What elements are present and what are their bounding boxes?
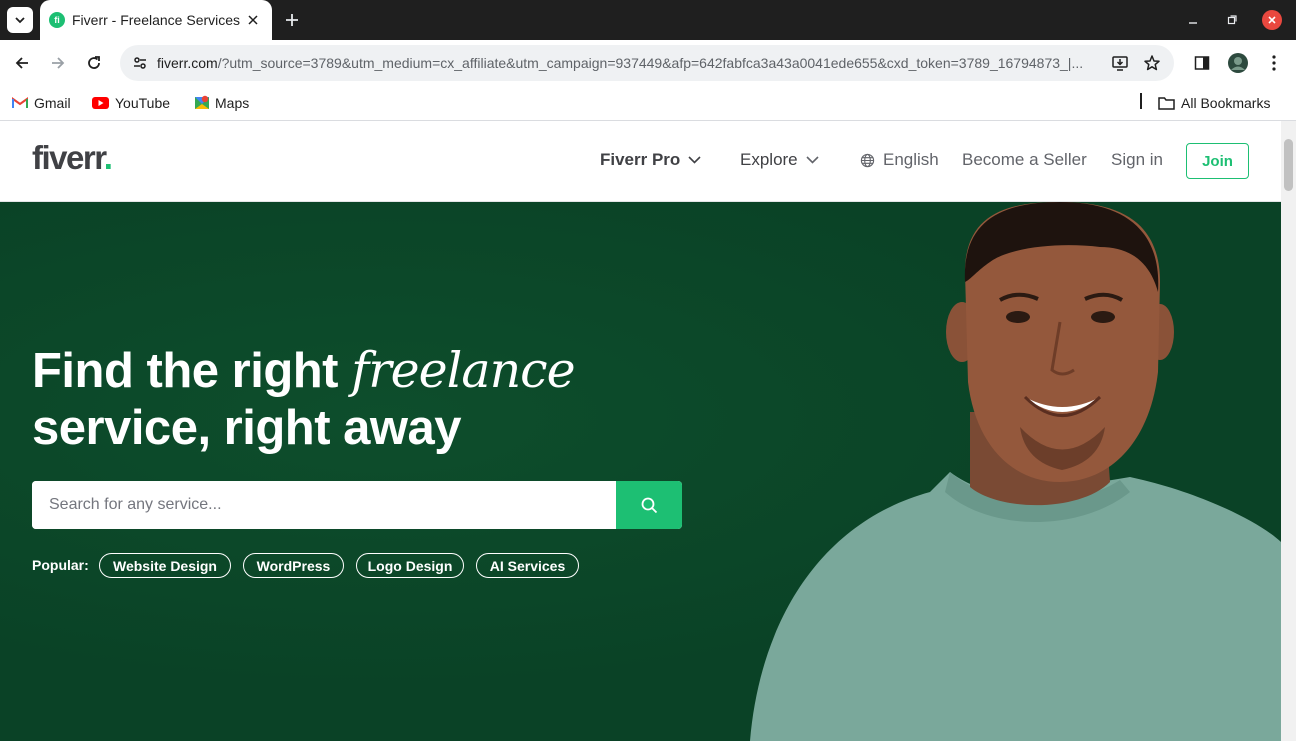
url-host: fiverr.com xyxy=(157,55,218,71)
bookmark-label: YouTube xyxy=(115,95,171,111)
arrow-left-icon xyxy=(15,57,28,69)
hero-search-bar xyxy=(32,481,682,529)
site-info-button[interactable] xyxy=(128,51,152,75)
tab-search-button[interactable] xyxy=(7,7,33,33)
tab-title: Fiverr - Freelance Services Marketplace xyxy=(72,12,240,28)
scrollbar-thumb[interactable] xyxy=(1284,139,1293,191)
url-text[interactable]: fiverr.com/?utm_source=3789&utm_medium=c… xyxy=(157,55,1103,71)
search-button[interactable] xyxy=(616,481,682,529)
folder-icon xyxy=(1158,96,1175,110)
nav-become-seller[interactable]: Become a Seller xyxy=(962,150,1087,170)
minimize-window-button[interactable] xyxy=(1183,10,1203,30)
all-bookmarks-button[interactable]: All Bookmarks xyxy=(1158,92,1270,114)
nav-sign-in[interactable]: Sign in xyxy=(1111,150,1163,170)
bookmarks-divider xyxy=(1140,93,1142,109)
new-tab-button[interactable] xyxy=(282,10,302,30)
profile-avatar[interactable] xyxy=(1226,51,1250,75)
tune-icon xyxy=(134,57,146,69)
chevron-down-icon xyxy=(688,156,701,164)
maximize-window-button[interactable] xyxy=(1222,10,1242,30)
bookmark-maps[interactable]: Maps xyxy=(195,92,249,114)
address-bar[interactable]: fiverr.com/?utm_source=3789&utm_medium=c… xyxy=(120,45,1174,81)
close-icon xyxy=(1268,16,1276,24)
back-button[interactable] xyxy=(10,51,34,75)
join-button[interactable]: Join xyxy=(1186,143,1249,179)
browser-toolbar: fiverr.com/?utm_source=3789&utm_medium=c… xyxy=(0,40,1296,86)
hero-headline: Find the right freelance service, right … xyxy=(32,342,576,457)
close-window-button[interactable] xyxy=(1262,10,1282,30)
more-vertical-icon xyxy=(1272,55,1276,71)
search-input[interactable] xyxy=(32,481,616,529)
hero-section: Find the right freelance service, right … xyxy=(0,202,1281,741)
avatar-icon xyxy=(1228,53,1248,73)
logo-text: fiverr xyxy=(32,139,105,176)
fiverr-favicon-icon: fi xyxy=(49,12,65,28)
page-scrollbar[interactable] xyxy=(1281,121,1296,741)
restore-icon xyxy=(1227,15,1237,25)
headline-start: Find the right xyxy=(32,344,352,398)
plus-icon xyxy=(286,14,298,26)
headline-line2: service, right away xyxy=(32,401,462,455)
minimize-icon xyxy=(1189,22,1197,24)
hero-person-image xyxy=(750,202,1281,741)
headline-emphasis: freelance xyxy=(351,342,575,399)
chevron-down-icon xyxy=(806,156,819,164)
bookmark-youtube[interactable]: YouTube xyxy=(92,92,170,114)
nav-explore[interactable]: Explore xyxy=(740,150,819,170)
popular-tag-ai-services[interactable]: AI Services xyxy=(476,553,579,578)
popular-tag-website-design[interactable]: Website Design xyxy=(99,553,231,578)
browser-tab-active[interactable]: fi Fiverr - Freelance Services Marketpla… xyxy=(40,0,272,40)
nav-label: Sign in xyxy=(1111,150,1163,169)
browser-tab-strip: fi Fiverr - Freelance Services Marketpla… xyxy=(0,0,1296,40)
bookmark-label: Maps xyxy=(215,95,250,111)
popular-label: Popular: xyxy=(32,557,89,573)
nav-label: Fiverr Pro xyxy=(600,150,681,169)
nav-fiverr-pro[interactable]: Fiverr Pro xyxy=(600,150,701,170)
reload-button[interactable] xyxy=(82,51,106,75)
arrow-right-icon xyxy=(52,57,65,69)
bookmarks-bar: Gmail YouTube Maps All Bookmarks xyxy=(0,86,1296,121)
star-icon xyxy=(1144,55,1160,71)
install-app-button[interactable] xyxy=(1108,51,1132,75)
logo-dot: . xyxy=(103,139,113,176)
chrome-menu-button[interactable] xyxy=(1262,51,1286,75)
fiverr-logo[interactable]: fiverr. xyxy=(32,139,113,177)
chevron-down-icon xyxy=(15,17,25,24)
site-header: fiverr. Fiverr Pro Explore English Becom… xyxy=(0,121,1281,202)
tab-close-button[interactable] xyxy=(245,12,261,28)
reload-icon xyxy=(88,56,100,69)
install-icon xyxy=(1112,56,1128,71)
nav-label: Become a Seller xyxy=(962,150,1087,169)
globe-icon xyxy=(860,153,875,168)
gmail-icon xyxy=(12,97,28,109)
search-icon xyxy=(641,497,657,513)
nav-label: English xyxy=(883,150,939,169)
all-bookmarks-label: All Bookmarks xyxy=(1181,95,1271,111)
side-panel-icon xyxy=(1194,56,1210,70)
maps-icon xyxy=(195,95,209,111)
forward-button[interactable] xyxy=(46,51,70,75)
bookmark-gmail[interactable]: Gmail xyxy=(12,92,71,114)
nav-label: Explore xyxy=(740,150,798,169)
url-path: /?utm_source=3789&utm_medium=cx_affiliat… xyxy=(217,55,1084,71)
nav-language[interactable]: English xyxy=(860,150,939,170)
side-panel-button[interactable] xyxy=(1190,51,1214,75)
popular-tag-wordpress[interactable]: WordPress xyxy=(243,553,344,578)
popular-tag-logo-design[interactable]: Logo Design xyxy=(356,553,464,578)
close-icon xyxy=(248,15,258,25)
bookmark-label: Gmail xyxy=(34,95,71,111)
bookmark-star-button[interactable] xyxy=(1140,51,1164,75)
youtube-icon xyxy=(92,97,109,109)
